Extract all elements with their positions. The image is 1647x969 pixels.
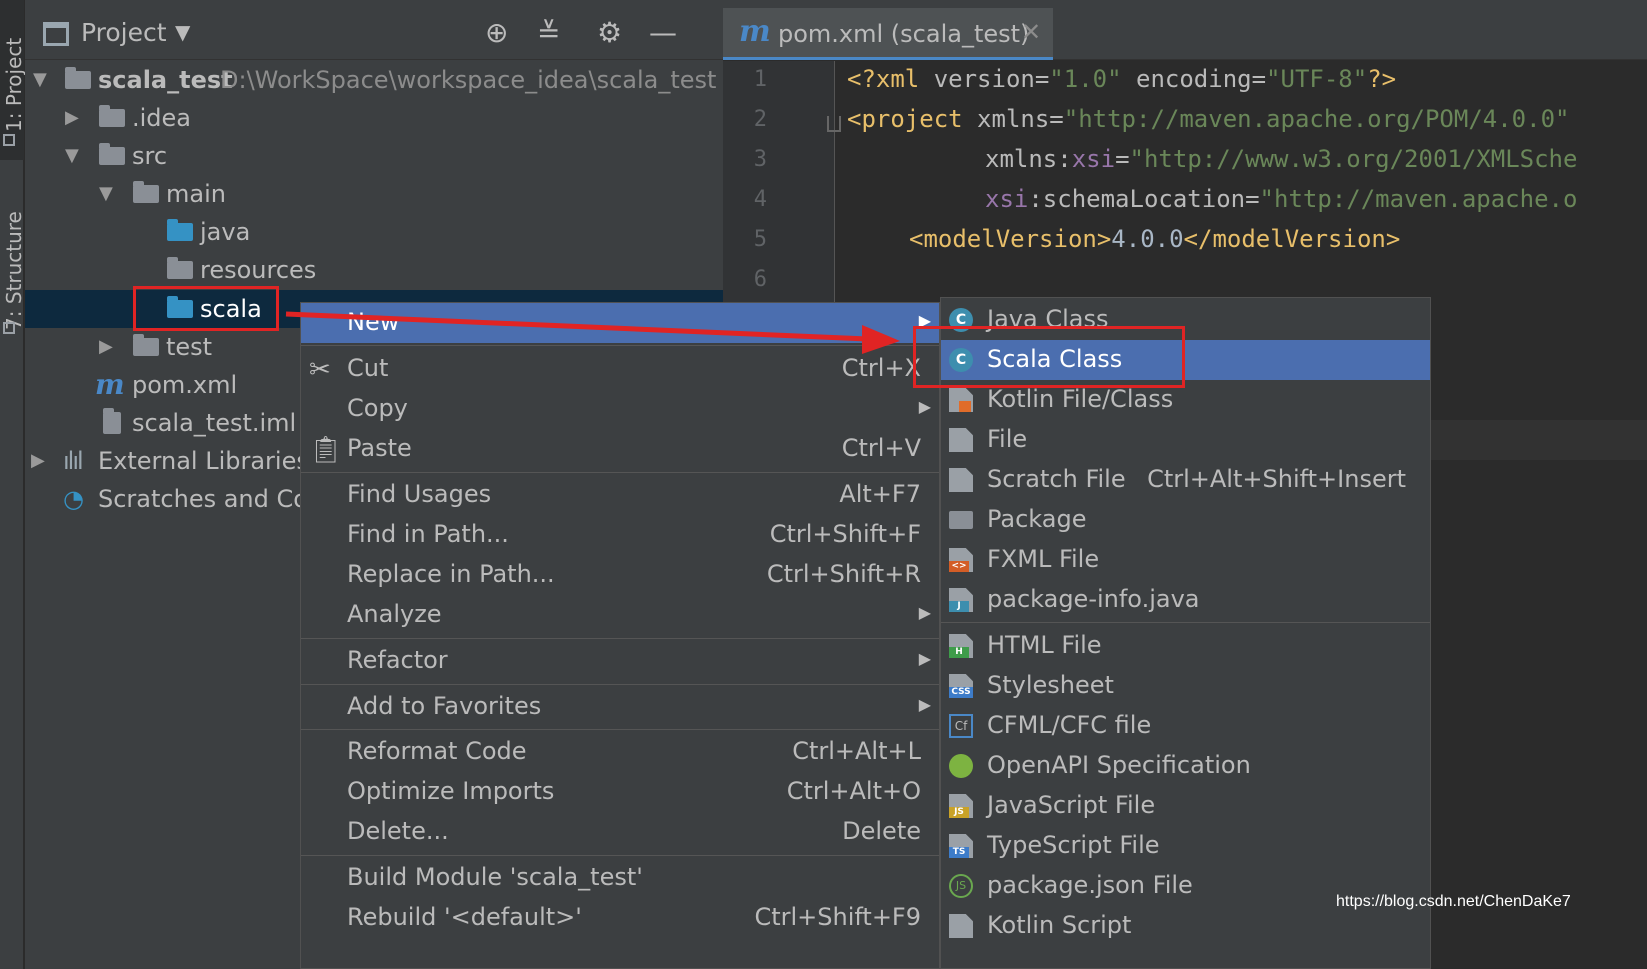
annotation-arrow-icon — [285, 311, 900, 354]
annotation-arrow-line — [285, 311, 869, 342]
annotation-arrow-head — [862, 325, 900, 354]
watermark: https://blog.csdn.net/ChenDaKe7 — [1336, 893, 1571, 910]
